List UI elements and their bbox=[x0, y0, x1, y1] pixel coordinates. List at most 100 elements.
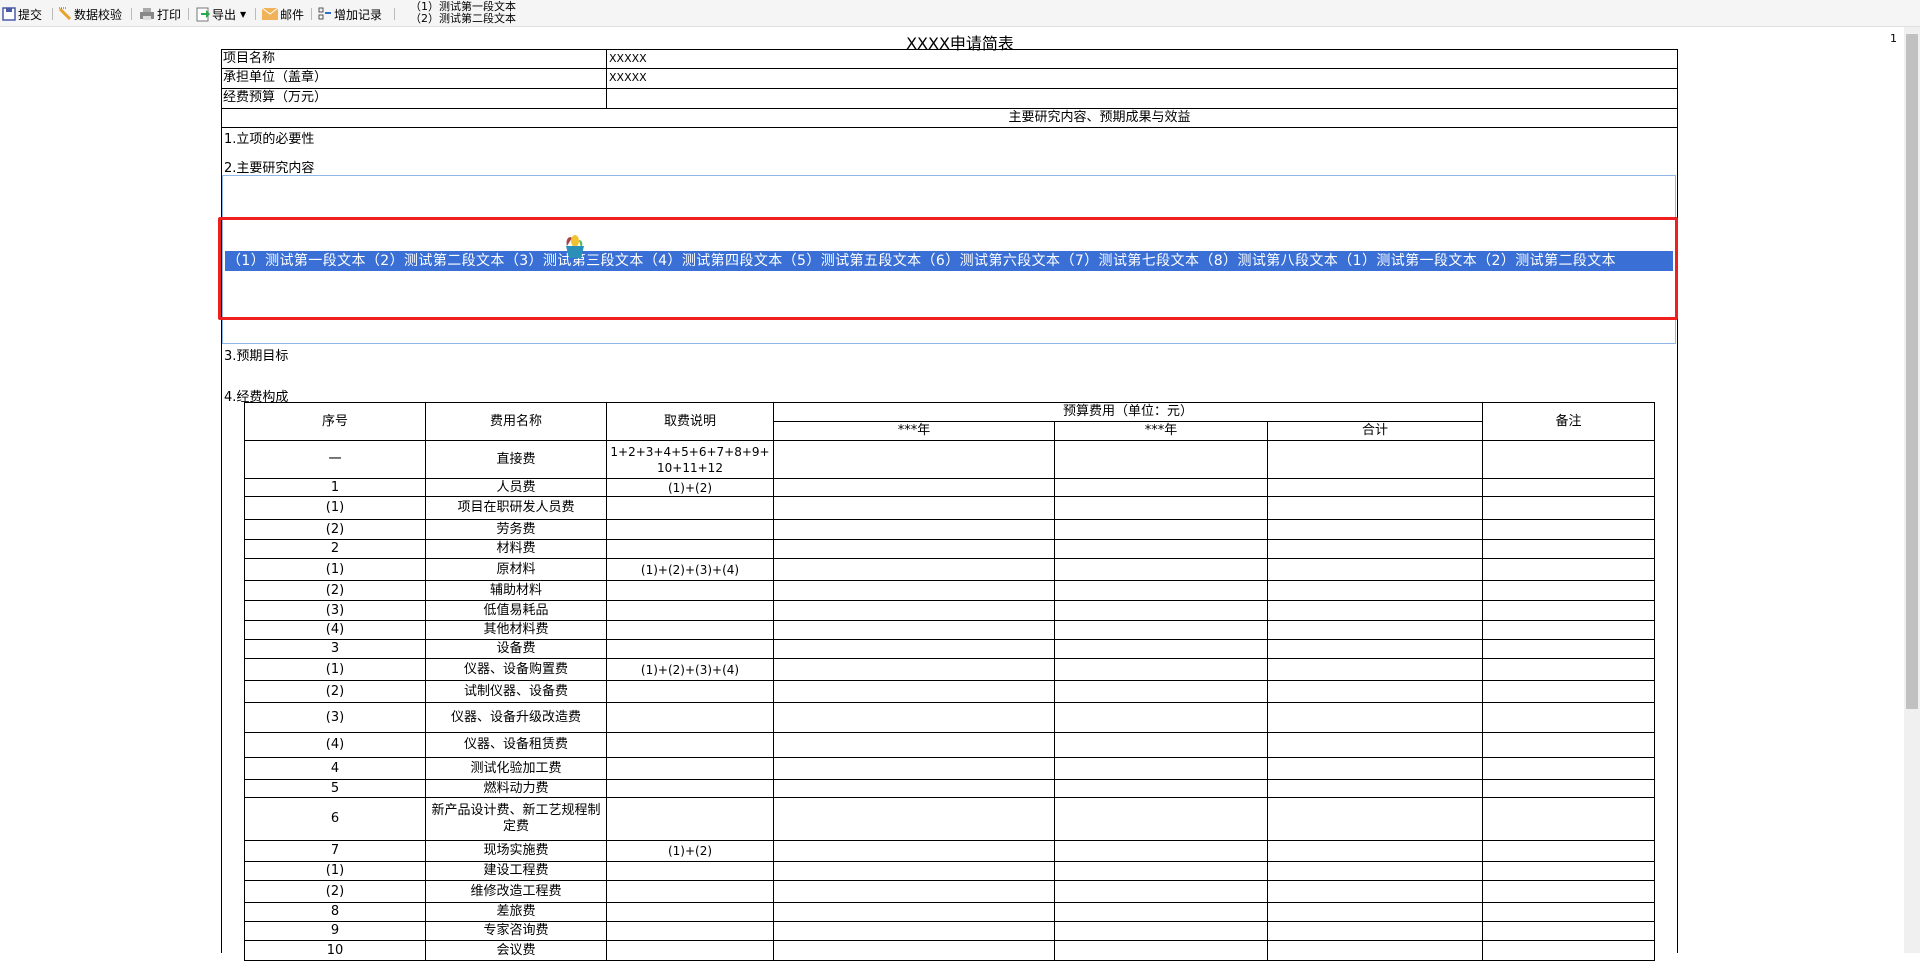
cell-year-1[interactable] bbox=[773, 478, 1055, 497]
cell-year-1[interactable] bbox=[773, 600, 1055, 621]
cell-year-2[interactable] bbox=[1054, 902, 1268, 922]
info-value[interactable]: XXXXX bbox=[606, 50, 647, 69]
cell-year-1[interactable] bbox=[773, 496, 1055, 520]
mail-button[interactable]: 邮件 bbox=[262, 5, 304, 23]
cell-year-2[interactable] bbox=[1054, 658, 1268, 681]
cell-total[interactable] bbox=[1267, 600, 1483, 621]
cell-total[interactable] bbox=[1267, 779, 1483, 798]
cell-note[interactable] bbox=[1482, 940, 1655, 961]
cell-year-2[interactable] bbox=[1054, 620, 1268, 640]
cell-note[interactable] bbox=[1482, 580, 1655, 601]
cell-year-1[interactable] bbox=[773, 639, 1055, 659]
cell-year-2[interactable] bbox=[1054, 940, 1268, 961]
cell-note[interactable] bbox=[1482, 702, 1655, 733]
cell-note[interactable] bbox=[1482, 880, 1655, 903]
cell-year-2[interactable] bbox=[1054, 539, 1268, 559]
cell-year-1[interactable] bbox=[773, 940, 1055, 961]
cell-year-1[interactable] bbox=[773, 880, 1055, 903]
cell-note[interactable] bbox=[1482, 639, 1655, 659]
cell-year-2[interactable] bbox=[1054, 478, 1268, 497]
cell-year-2[interactable] bbox=[1054, 639, 1268, 659]
cell-year-1[interactable] bbox=[773, 902, 1055, 922]
cell-year-1[interactable] bbox=[773, 519, 1055, 540]
validate-button[interactable]: 数据校验 bbox=[58, 5, 122, 23]
cell-note[interactable] bbox=[1482, 440, 1655, 479]
cell-year-2[interactable] bbox=[1054, 779, 1268, 798]
cell-year-2[interactable] bbox=[1054, 680, 1268, 703]
cell-note[interactable] bbox=[1482, 539, 1655, 559]
cell-year-2[interactable] bbox=[1054, 797, 1268, 841]
cell-total[interactable] bbox=[1267, 580, 1483, 601]
cell-year-2[interactable] bbox=[1054, 861, 1268, 881]
cell-year-2[interactable] bbox=[1054, 921, 1268, 941]
cell-year-1[interactable] bbox=[773, 580, 1055, 601]
cell-note[interactable] bbox=[1482, 861, 1655, 881]
cell-year-1[interactable] bbox=[773, 539, 1055, 559]
cell-year-1[interactable] bbox=[773, 757, 1055, 780]
cell-total[interactable] bbox=[1267, 478, 1483, 497]
cell-total[interactable] bbox=[1267, 539, 1483, 559]
cell-note[interactable] bbox=[1482, 478, 1655, 497]
cell-year-1[interactable] bbox=[773, 440, 1055, 479]
cell-total[interactable] bbox=[1267, 620, 1483, 640]
cell-note[interactable] bbox=[1482, 680, 1655, 703]
cell-note[interactable] bbox=[1482, 620, 1655, 640]
cell-total[interactable] bbox=[1267, 840, 1483, 862]
cell-total[interactable] bbox=[1267, 732, 1483, 758]
cell-note[interactable] bbox=[1482, 797, 1655, 841]
cell-note[interactable] bbox=[1482, 757, 1655, 780]
cell-note[interactable] bbox=[1482, 519, 1655, 540]
cell-year-1[interactable] bbox=[773, 558, 1055, 581]
cell-year-2[interactable] bbox=[1054, 880, 1268, 903]
cell-year-1[interactable] bbox=[773, 702, 1055, 733]
cell-total[interactable] bbox=[1267, 902, 1483, 922]
selected-text[interactable]: （1）测试第一段文本（2）测试第二段文本（3）测试第三段文本（4）测试第四段文本… bbox=[225, 251, 1673, 271]
cell-year-2[interactable] bbox=[1054, 840, 1268, 862]
export-button[interactable]: 导出 ▼ bbox=[196, 5, 246, 23]
cell-year-2[interactable] bbox=[1054, 519, 1268, 540]
cell-total[interactable] bbox=[1267, 921, 1483, 941]
cell-total[interactable] bbox=[1267, 880, 1483, 903]
cell-total[interactable] bbox=[1267, 496, 1483, 520]
cell-total[interactable] bbox=[1267, 519, 1483, 540]
scrollbar-thumb[interactable] bbox=[1906, 34, 1918, 709]
cell-note[interactable] bbox=[1482, 496, 1655, 520]
cell-year-1[interactable] bbox=[773, 658, 1055, 681]
cell-total[interactable] bbox=[1267, 940, 1483, 961]
cell-year-2[interactable] bbox=[1054, 558, 1268, 581]
cell-total[interactable] bbox=[1267, 702, 1483, 733]
cell-note[interactable] bbox=[1482, 779, 1655, 798]
cell-year-1[interactable] bbox=[773, 840, 1055, 862]
cell-year-2[interactable] bbox=[1054, 496, 1268, 520]
info-value[interactable]: XXXXX bbox=[606, 69, 647, 88]
add-record-button[interactable]: 增加记录 bbox=[318, 5, 382, 23]
cell-total[interactable] bbox=[1267, 658, 1483, 681]
cell-note[interactable] bbox=[1482, 840, 1655, 862]
cell-year-1[interactable] bbox=[773, 779, 1055, 798]
submit-button[interactable]: 提交 bbox=[2, 5, 42, 23]
cell-year-1[interactable] bbox=[773, 680, 1055, 703]
cell-note[interactable] bbox=[1482, 902, 1655, 922]
cell-year-1[interactable] bbox=[773, 732, 1055, 758]
info-value[interactable] bbox=[606, 89, 609, 108]
cell-total[interactable] bbox=[1267, 757, 1483, 780]
cell-total[interactable] bbox=[1267, 440, 1483, 479]
cell-note[interactable] bbox=[1482, 600, 1655, 621]
vertical-scrollbar[interactable] bbox=[1904, 27, 1920, 953]
cell-year-1[interactable] bbox=[773, 921, 1055, 941]
cell-note[interactable] bbox=[1482, 732, 1655, 758]
cell-year-2[interactable] bbox=[1054, 732, 1268, 758]
cell-total[interactable] bbox=[1267, 680, 1483, 703]
cell-total[interactable] bbox=[1267, 797, 1483, 841]
cell-note[interactable] bbox=[1482, 921, 1655, 941]
cell-year-1[interactable] bbox=[773, 797, 1055, 841]
cell-total[interactable] bbox=[1267, 861, 1483, 881]
cell-note[interactable] bbox=[1482, 658, 1655, 681]
cell-year-2[interactable] bbox=[1054, 757, 1268, 780]
cell-year-1[interactable] bbox=[773, 861, 1055, 881]
cell-total[interactable] bbox=[1267, 558, 1483, 581]
cell-note[interactable] bbox=[1482, 558, 1655, 581]
cell-year-2[interactable] bbox=[1054, 580, 1268, 601]
cell-year-2[interactable] bbox=[1054, 600, 1268, 621]
cell-year-2[interactable] bbox=[1054, 702, 1268, 733]
